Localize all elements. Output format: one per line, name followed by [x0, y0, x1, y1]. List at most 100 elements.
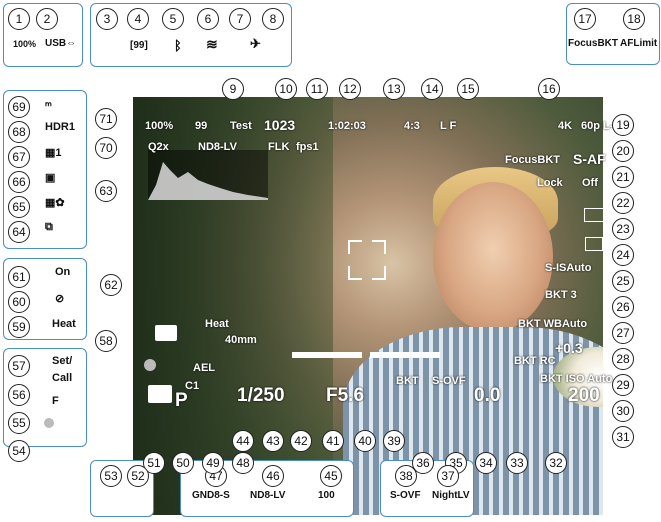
callout-7: 7: [229, 8, 251, 30]
callout-62: 62: [100, 274, 122, 296]
callout-53: 53: [100, 465, 122, 487]
overlay-ev: 0.0: [474, 385, 501, 406]
left-icon-59: Heat: [52, 318, 76, 330]
callout-64: 64: [8, 221, 30, 243]
display-frame-icon: [584, 208, 604, 222]
callout-29: 29: [612, 374, 634, 396]
left-icon-69: ₘ: [45, 97, 52, 109]
af-frame-tl: [348, 240, 362, 254]
callout-71: 71: [95, 108, 117, 130]
callout-39: 39: [383, 430, 405, 452]
callout-49: 49: [202, 452, 224, 474]
callout-34: 34: [475, 452, 497, 474]
callout-42: 42: [290, 430, 312, 452]
callout-5: 5: [162, 8, 184, 30]
overlay-sis: S-ISAuto: [545, 262, 592, 274]
seq-label: 100: [318, 490, 335, 501]
callout-24: 24: [612, 244, 634, 266]
callout-56: 56: [8, 384, 30, 406]
callout-22: 22: [612, 192, 634, 214]
overlay-fnumber: F5.6: [326, 385, 365, 406]
callout-17: 17: [574, 8, 596, 30]
overlay-sovf: S-OVF: [432, 375, 466, 387]
callout-31: 31: [612, 426, 634, 448]
overlay-ael: AEL: [193, 362, 215, 374]
overlay-iso: 200: [568, 385, 600, 406]
overlay-nd: ND8-LV: [198, 141, 237, 153]
night-lv-label: NightLV: [432, 490, 470, 501]
callout-32: 32: [545, 452, 567, 474]
bluetooth-icon: ᛒ: [174, 38, 182, 53]
battery-label: 100%: [13, 39, 37, 49]
af-frame-tr: [372, 240, 386, 254]
callout-50: 50: [172, 452, 194, 474]
left-icon-66: ▣: [45, 172, 56, 184]
callout-1: 1: [8, 8, 30, 30]
overlay-quality: L F: [440, 120, 457, 132]
child-face: [433, 182, 553, 332]
overlay-mode: P: [175, 390, 188, 411]
overlay-shots: 99: [195, 120, 208, 132]
overlay-focal: 40mm: [225, 334, 257, 346]
overlay-flk: FLK: [268, 141, 290, 153]
callout-2: 2: [36, 8, 58, 30]
callout-11: 11: [306, 78, 328, 100]
overlay-heat: Heat: [205, 318, 229, 330]
camera-mode-icon: [155, 325, 177, 341]
callout-61: 61: [8, 266, 30, 288]
callout-3: 3: [96, 8, 118, 30]
callout-59: 59: [8, 316, 30, 338]
callout-54: 54: [8, 440, 30, 462]
overlay-video-4k: 4K: [558, 120, 573, 132]
callout-45: 45: [320, 465, 342, 487]
callout-55: 55: [8, 412, 30, 434]
callout-19: 19: [612, 114, 634, 136]
af-limit-label: AFLimit: [620, 38, 658, 49]
callout-30: 30: [612, 400, 634, 422]
callout-9: 9: [222, 78, 244, 100]
usb-label: USB⇔: [45, 38, 77, 49]
callout-44: 44: [232, 430, 254, 452]
overlay-shutter: 1/250: [237, 385, 285, 406]
card-count-label: [99]: [130, 40, 148, 51]
overlay-zoom: Q2x: [148, 141, 169, 153]
callout-27: 27: [612, 322, 634, 344]
callout-14: 14: [421, 78, 443, 100]
exposure-bar-left: [292, 352, 362, 358]
exposure-bar-right: [370, 352, 440, 358]
callout-23: 23: [612, 218, 634, 240]
callout-13: 13: [383, 78, 405, 100]
metering-icon: [585, 237, 603, 251]
wifi-icon: ≋: [206, 36, 218, 52]
overlay-bkt-rc: BKT RC: [514, 355, 556, 367]
airplane-icon: ✈: [250, 36, 261, 51]
callout-68: 68: [8, 121, 30, 143]
callout-6: 6: [197, 8, 219, 30]
callout-46: 46: [262, 465, 284, 487]
callout-41: 41: [322, 430, 344, 452]
callout-66: 66: [8, 171, 30, 193]
callout-63: 63: [95, 180, 117, 202]
callout-57: 57: [8, 355, 30, 377]
callout-18: 18: [623, 8, 645, 30]
gnd-label: GND8-S: [192, 490, 230, 501]
left-icon-60: ⊘: [55, 293, 65, 305]
overlay-bkt-wb: BKT WBAuto: [518, 318, 588, 330]
overlay-count: 1023: [264, 117, 296, 133]
overlay-fps1: fps1: [296, 141, 319, 153]
left-icon-56: F: [52, 395, 59, 407]
callout-70: 70: [95, 137, 117, 159]
circle-icon-55: [44, 418, 54, 428]
callout-52: 52: [127, 465, 149, 487]
left-icon-57a: Set/: [52, 355, 73, 367]
overlay-battery: 100%: [145, 120, 174, 132]
left-icon-61: On: [55, 266, 71, 278]
left-icon-67: ▦1: [45, 147, 62, 159]
callout-48: 48: [232, 452, 254, 474]
callout-33: 33: [506, 452, 528, 474]
callout-37: 37: [437, 465, 459, 487]
left-icon-57b: Call: [52, 372, 73, 384]
top-box-center: [90, 3, 292, 67]
overlay-saf: S-AF: [573, 151, 606, 167]
left-icon-68: HDR1: [45, 121, 75, 133]
